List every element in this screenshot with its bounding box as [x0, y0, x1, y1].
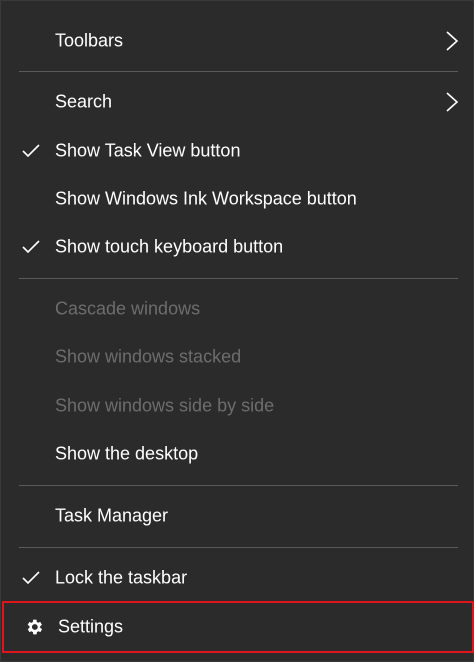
menu-item-settings[interactable]: Settings: [2, 601, 474, 653]
menu-item-label: Show touch keyboard button: [55, 236, 284, 257]
menu-item-label: Task Manager: [55, 505, 169, 526]
menu-item-toolbars[interactable]: Toolbars: [1, 17, 474, 65]
menu-item-show-windows-ink-workspace-button[interactable]: Show Windows Ink Workspace button: [1, 175, 474, 223]
menu-item-label: Show windows side by side: [55, 395, 275, 416]
menu-separator: [19, 71, 458, 72]
menu-item-show-windows-stacked: Show windows stacked: [1, 333, 474, 381]
menu-item-search[interactable]: Search: [1, 78, 474, 126]
menu-separator: [19, 485, 458, 486]
menu-item-label: Show Task View button: [55, 140, 241, 161]
menu-item-cascade-windows: Cascade windows: [1, 285, 474, 333]
menu-item-show-touch-keyboard-button[interactable]: Show touch keyboard button: [1, 223, 474, 271]
chevron-right-icon: [446, 31, 459, 51]
menu-separator: [19, 278, 458, 279]
menu-item-task-manager[interactable]: Task Manager: [1, 492, 474, 540]
menu-item-label: Show the desktop: [55, 443, 199, 464]
menu-item-label: Toolbars: [55, 30, 124, 51]
menu-item-lock-the-taskbar[interactable]: Lock the taskbar: [1, 554, 474, 602]
menu-item-show-task-view-button[interactable]: Show Task View button: [1, 127, 474, 175]
checkmark-icon: [22, 144, 40, 158]
menu-item-label: Lock the taskbar: [55, 567, 188, 588]
menu-item-label: Search: [55, 91, 113, 112]
menu-item-show-the-desktop[interactable]: Show the desktop: [1, 430, 474, 478]
menu-item-label: Settings: [58, 616, 124, 637]
taskbar-context-menu: Toolbars Search Show Task View button Sh…: [0, 0, 474, 662]
menu-item-label: Show Windows Ink Workspace button: [55, 188, 357, 209]
checkmark-icon: [22, 240, 40, 254]
menu-item-label: Cascade windows: [55, 298, 201, 319]
chevron-right-icon: [446, 92, 459, 112]
menu-item-show-windows-side-by-side: Show windows side by side: [1, 382, 474, 430]
gear-icon: [27, 619, 43, 635]
checkmark-icon: [22, 571, 40, 585]
menu-item-label: Show windows stacked: [55, 346, 242, 367]
menu-separator: [19, 547, 458, 548]
